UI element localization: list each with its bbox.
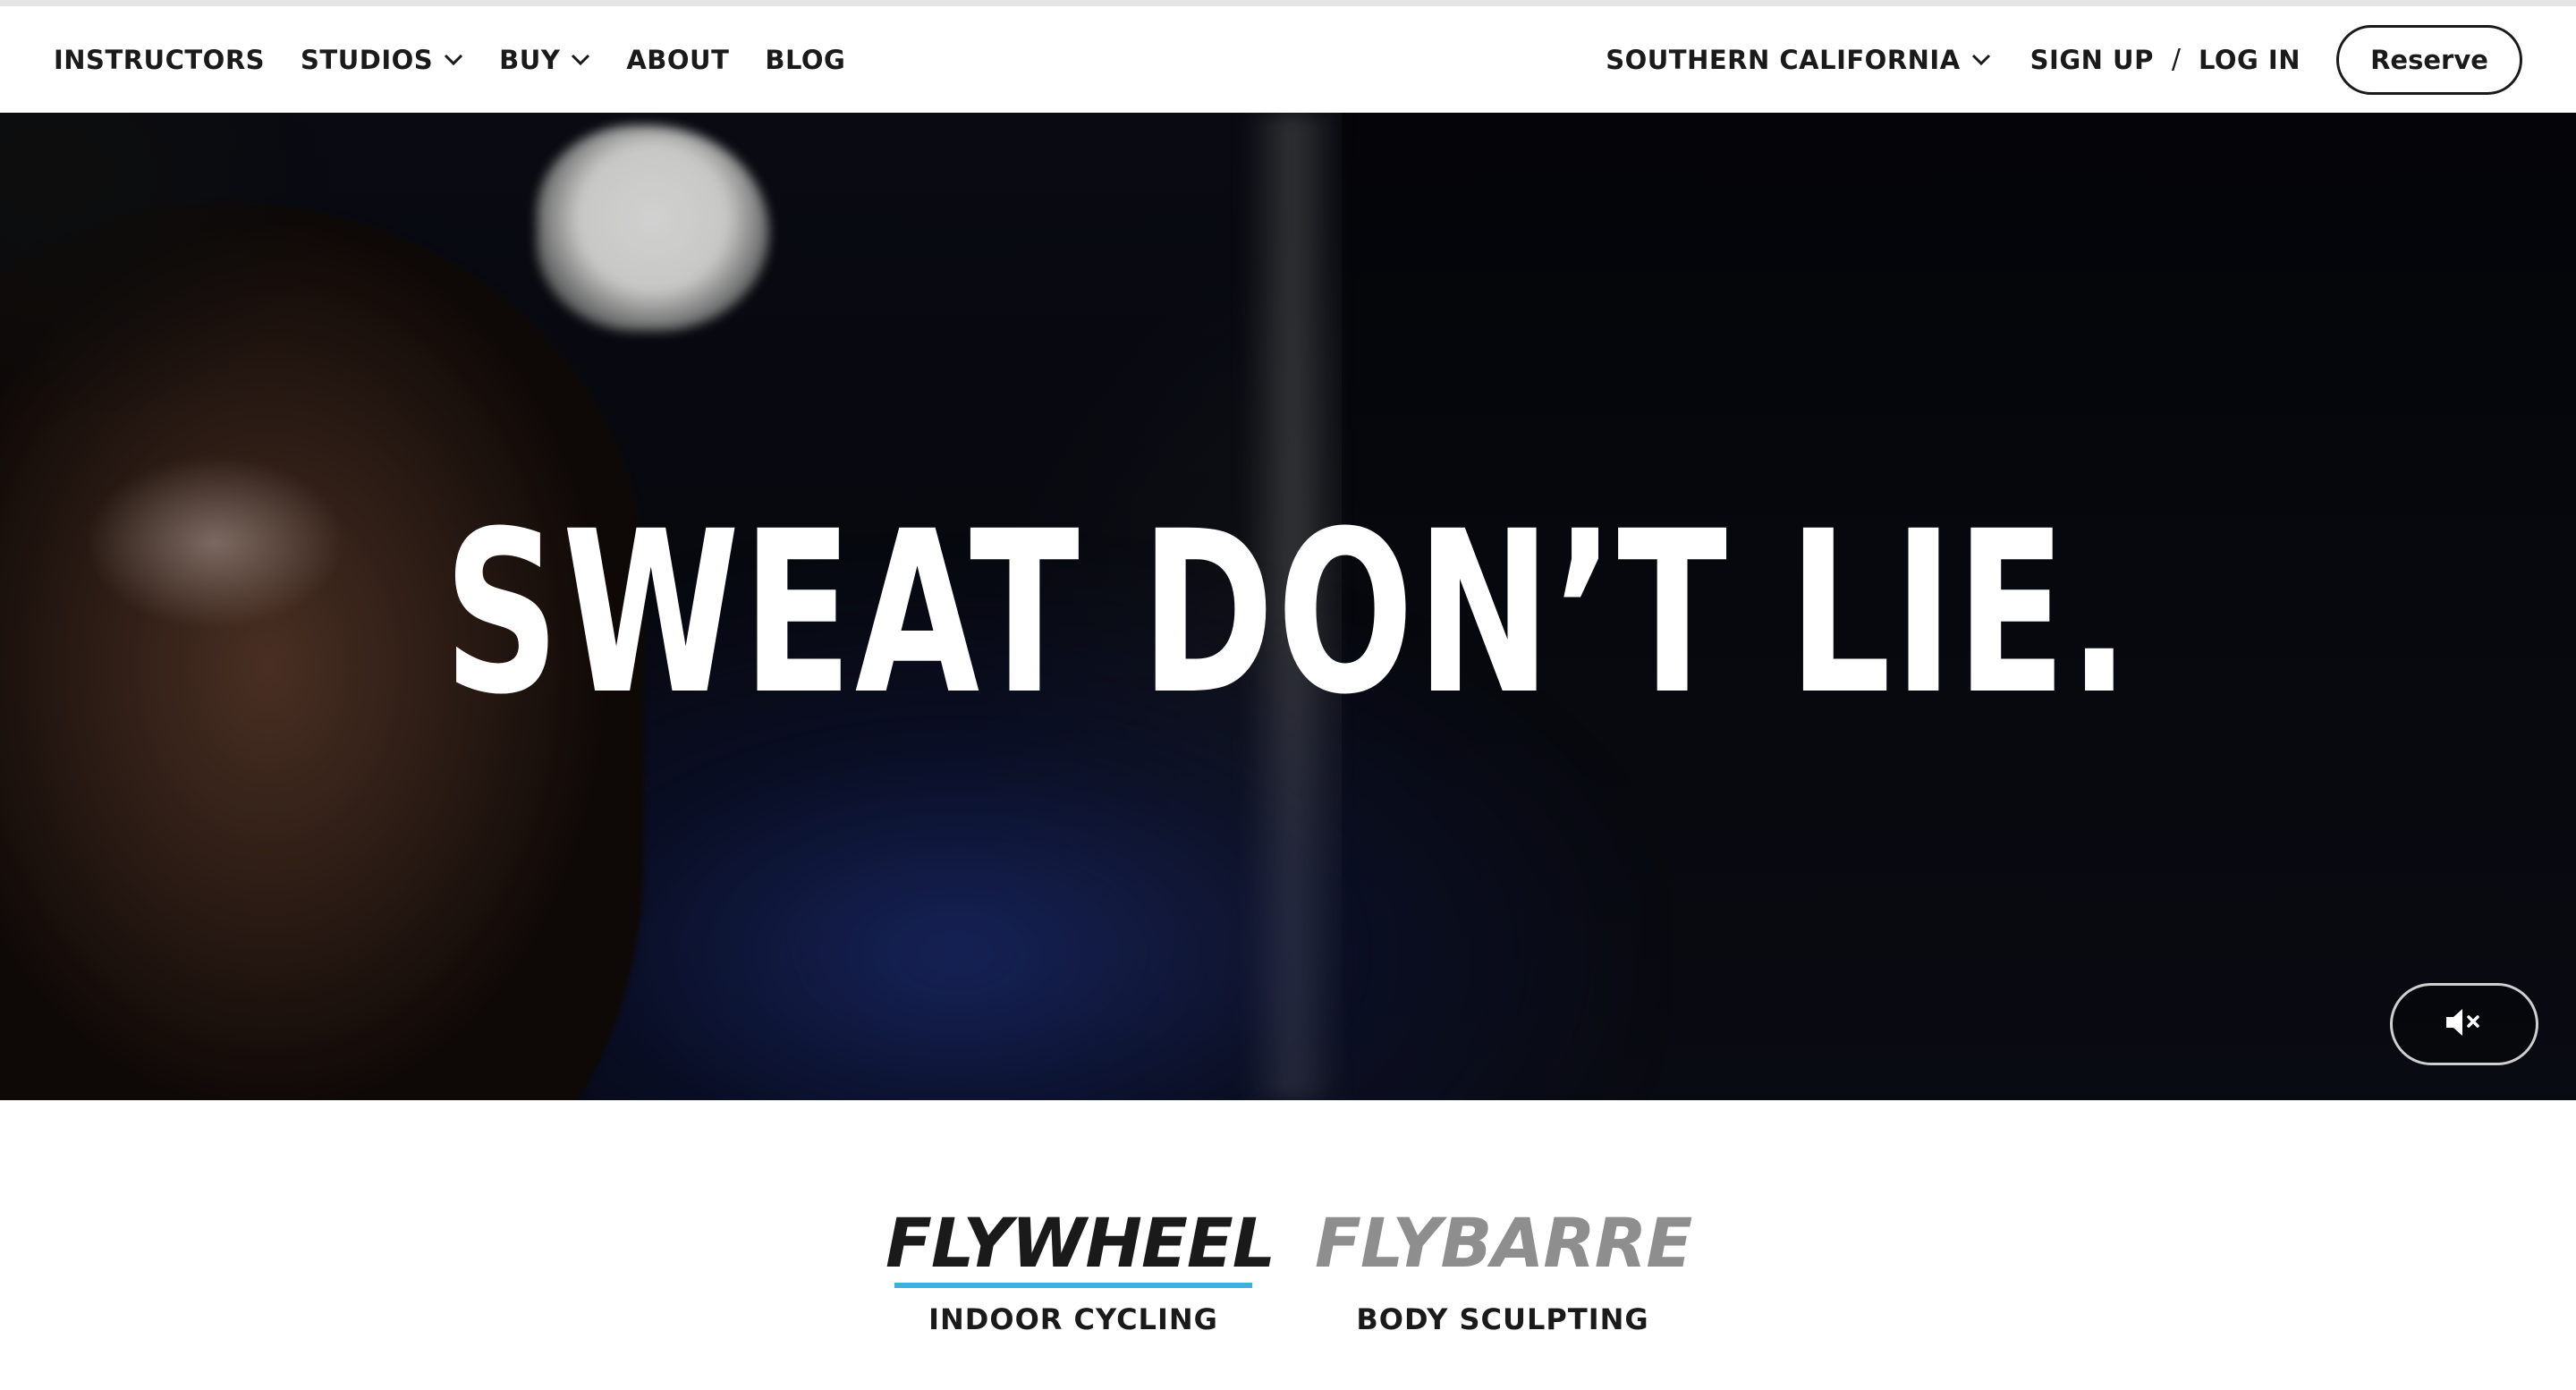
mute-button[interactable] bbox=[2390, 983, 2538, 1065]
nav-separator: / bbox=[2171, 44, 2181, 75]
brand-flybarre[interactable]: FLYBARRE BODY SCULPTING bbox=[1315, 1203, 1692, 1337]
log-in-label: LOG IN bbox=[2198, 44, 2301, 75]
sign-up-label: SIGN UP bbox=[2029, 44, 2154, 75]
hero-headline: SWEAT DON’T LIE. bbox=[444, 483, 2132, 743]
site-header: INSTRUCTORS STUDIOS BUY ABOUT BLOG SOUTH… bbox=[0, 6, 2576, 113]
nav-about[interactable]: ABOUT bbox=[626, 45, 729, 75]
chevron-down-icon bbox=[444, 54, 463, 66]
nav-studios[interactable]: STUDIOS bbox=[301, 45, 463, 75]
account-nav: SOUTHERN CALIFORNIA SIGN UP / LOG IN Res… bbox=[1606, 6, 2522, 113]
brand-underline-spacer bbox=[1324, 1283, 1682, 1288]
sign-up-link[interactable]: SIGN UP bbox=[2030, 45, 2154, 75]
nav-blog-label: BLOG bbox=[765, 44, 846, 75]
flywheel-subtitle: INDOOR CYCLING bbox=[928, 1302, 1218, 1336]
brand-flywheel[interactable]: FLYWHEEL INDOOR CYCLING bbox=[886, 1208, 1275, 1337]
chevron-down-icon bbox=[1971, 54, 1991, 66]
primary-nav: INSTRUCTORS STUDIOS BUY ABOUT BLOG bbox=[54, 6, 845, 113]
nav-about-label: ABOUT bbox=[626, 44, 730, 75]
brand-selector: FLYWHEEL INDOOR CYCLING FLYBARRE BODY SC… bbox=[0, 1100, 2576, 1390]
nav-instructors[interactable]: INSTRUCTORS bbox=[54, 45, 265, 75]
log-in-link[interactable]: LOG IN bbox=[2199, 45, 2301, 75]
nav-blog[interactable]: BLOG bbox=[765, 45, 845, 75]
reserve-button[interactable]: Reserve bbox=[2336, 24, 2522, 95]
nav-instructors-label: INSTRUCTORS bbox=[54, 44, 266, 75]
flybarre-subtitle: BODY SCULPTING bbox=[1356, 1302, 1649, 1336]
reserve-button-label: Reserve bbox=[2370, 44, 2488, 75]
flywheel-logo: FLYWHEEL bbox=[886, 1203, 1275, 1283]
speaker-muted-icon bbox=[2445, 1006, 2484, 1043]
active-brand-underline bbox=[894, 1283, 1252, 1288]
nav-buy-label: BUY bbox=[499, 44, 561, 75]
nav-buy[interactable]: BUY bbox=[499, 45, 590, 75]
top-border bbox=[0, 0, 2576, 6]
flybarre-logo: FLYBARRE bbox=[1315, 1203, 1692, 1283]
region-selector[interactable]: SOUTHERN CALIFORNIA bbox=[1606, 45, 1990, 75]
region-label: SOUTHERN CALIFORNIA bbox=[1606, 44, 1961, 75]
chevron-down-icon bbox=[571, 54, 590, 66]
hero-video: SWEAT DON’T LIE. bbox=[0, 113, 2576, 1100]
nav-studios-label: STUDIOS bbox=[301, 44, 434, 75]
